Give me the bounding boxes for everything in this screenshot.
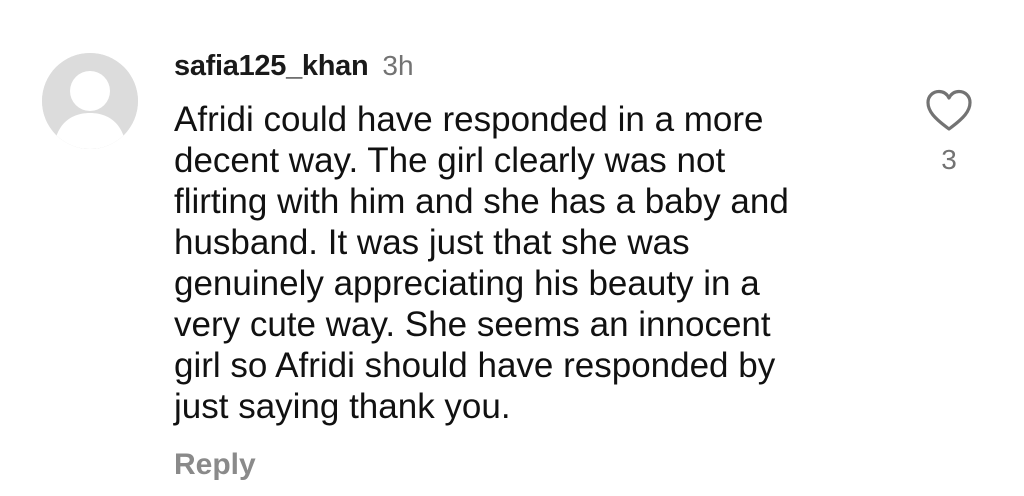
comment-meta: safia125_khan 3h [174, 50, 414, 83]
comment-item: safia125_khan 3h Afridi could have respo… [0, 0, 1024, 496]
comment-text-line: very cute way. She seems an innocent [174, 305, 771, 344]
heart-outline-icon [926, 89, 972, 131]
comment-text-line: decent way. The girl clearly was not [174, 141, 726, 180]
comment-text-line: girl so Afridi should have responded by [174, 346, 776, 385]
comment-text-line: just saying thank you. [174, 387, 511, 426]
timestamp: 3h [382, 50, 414, 81]
default-avatar-icon [42, 53, 138, 149]
like-button[interactable] [924, 86, 974, 136]
reply-button[interactable]: Reply [174, 448, 256, 482]
comment-text-line: Afridi could have responded in a more [174, 100, 764, 139]
comment-text-line: husband. It was just that she was [174, 223, 690, 262]
avatar[interactable] [42, 53, 138, 149]
comment-text: Afridi could have responded in a more de… [174, 99, 874, 427]
username-link[interactable]: safia125_khan [174, 50, 369, 83]
like-count: 3 [941, 144, 957, 175]
comment-text-line: genuinely appreciating his beauty in a [174, 264, 760, 303]
comment-text-line: flirting with him and she has a baby and [174, 182, 789, 221]
